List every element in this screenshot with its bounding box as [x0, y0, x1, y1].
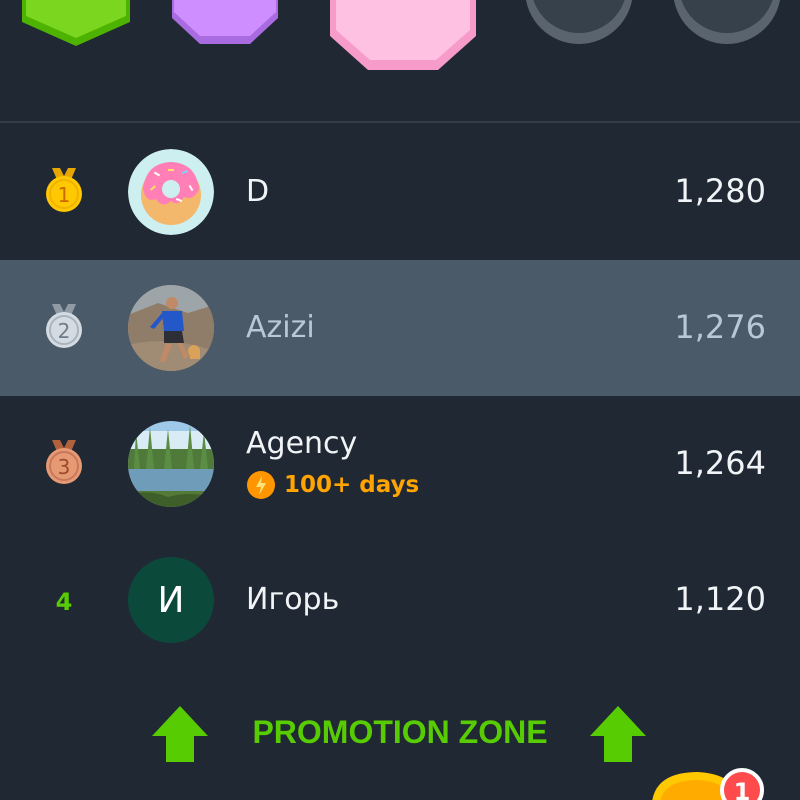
xp-score: 1,280 — [674, 172, 766, 210]
purple-league-badge-icon[interactable] — [172, 0, 278, 44]
leaderboard-row[interactable]: 3 Agency 100+ days 1,264 — [0, 396, 800, 532]
rank-number: 3 — [58, 455, 71, 479]
green-league-badge-icon[interactable] — [22, 0, 130, 46]
letter-avatar[interactable]: И — [128, 557, 214, 643]
promotion-zone-label: PROMOTION ZONE — [252, 714, 548, 750]
xp-score: 1,264 — [674, 444, 766, 482]
player-name: Azizi — [246, 310, 315, 345]
section-divider — [0, 121, 800, 123]
leaderboard-row[interactable]: 1 D 1,280 — [0, 124, 800, 260]
notification-count: 1 — [734, 778, 751, 800]
rank-number: 1 — [58, 183, 71, 207]
promotion-zone-divider: PROMOTION ZONE — [0, 700, 800, 770]
gold-medal-icon: 1 — [40, 166, 88, 214]
leaderboard-row-current-user[interactable]: 2 Azizi 1,276 — [0, 260, 800, 396]
rank-number: 4 — [55, 588, 73, 616]
bronze-medal-icon: 3 — [40, 438, 88, 486]
player-name: D — [246, 174, 270, 209]
player-name: Игорь — [246, 582, 340, 617]
up-arrow-icon — [588, 704, 648, 764]
league-badges-strip — [0, 0, 800, 120]
player-name: Agency — [246, 426, 358, 461]
streak-badge: 100+ days — [246, 470, 419, 500]
silver-medal-icon: 2 — [40, 302, 88, 350]
notification-badge: 1 — [720, 768, 764, 800]
streak-text: 100+ days — [284, 472, 420, 498]
runner-photo-avatar[interactable] — [128, 285, 214, 371]
leaderboard-row[interactable]: 4 И Игорь 1,120 — [0, 532, 800, 668]
rank-number: 2 — [58, 319, 71, 343]
donut-avatar[interactable] — [128, 149, 214, 235]
locked-league-badge-icon[interactable] — [524, 0, 634, 44]
lake-photo-avatar[interactable] — [128, 421, 214, 507]
xp-score: 1,120 — [674, 580, 766, 618]
pink-league-badge-icon[interactable] — [330, 0, 476, 70]
streak-flame-icon — [247, 471, 275, 499]
locked-league-badge-icon[interactable] — [672, 0, 782, 44]
xp-score: 1,276 — [674, 308, 766, 346]
treasure-chest-button[interactable]: 1 — [640, 768, 800, 800]
